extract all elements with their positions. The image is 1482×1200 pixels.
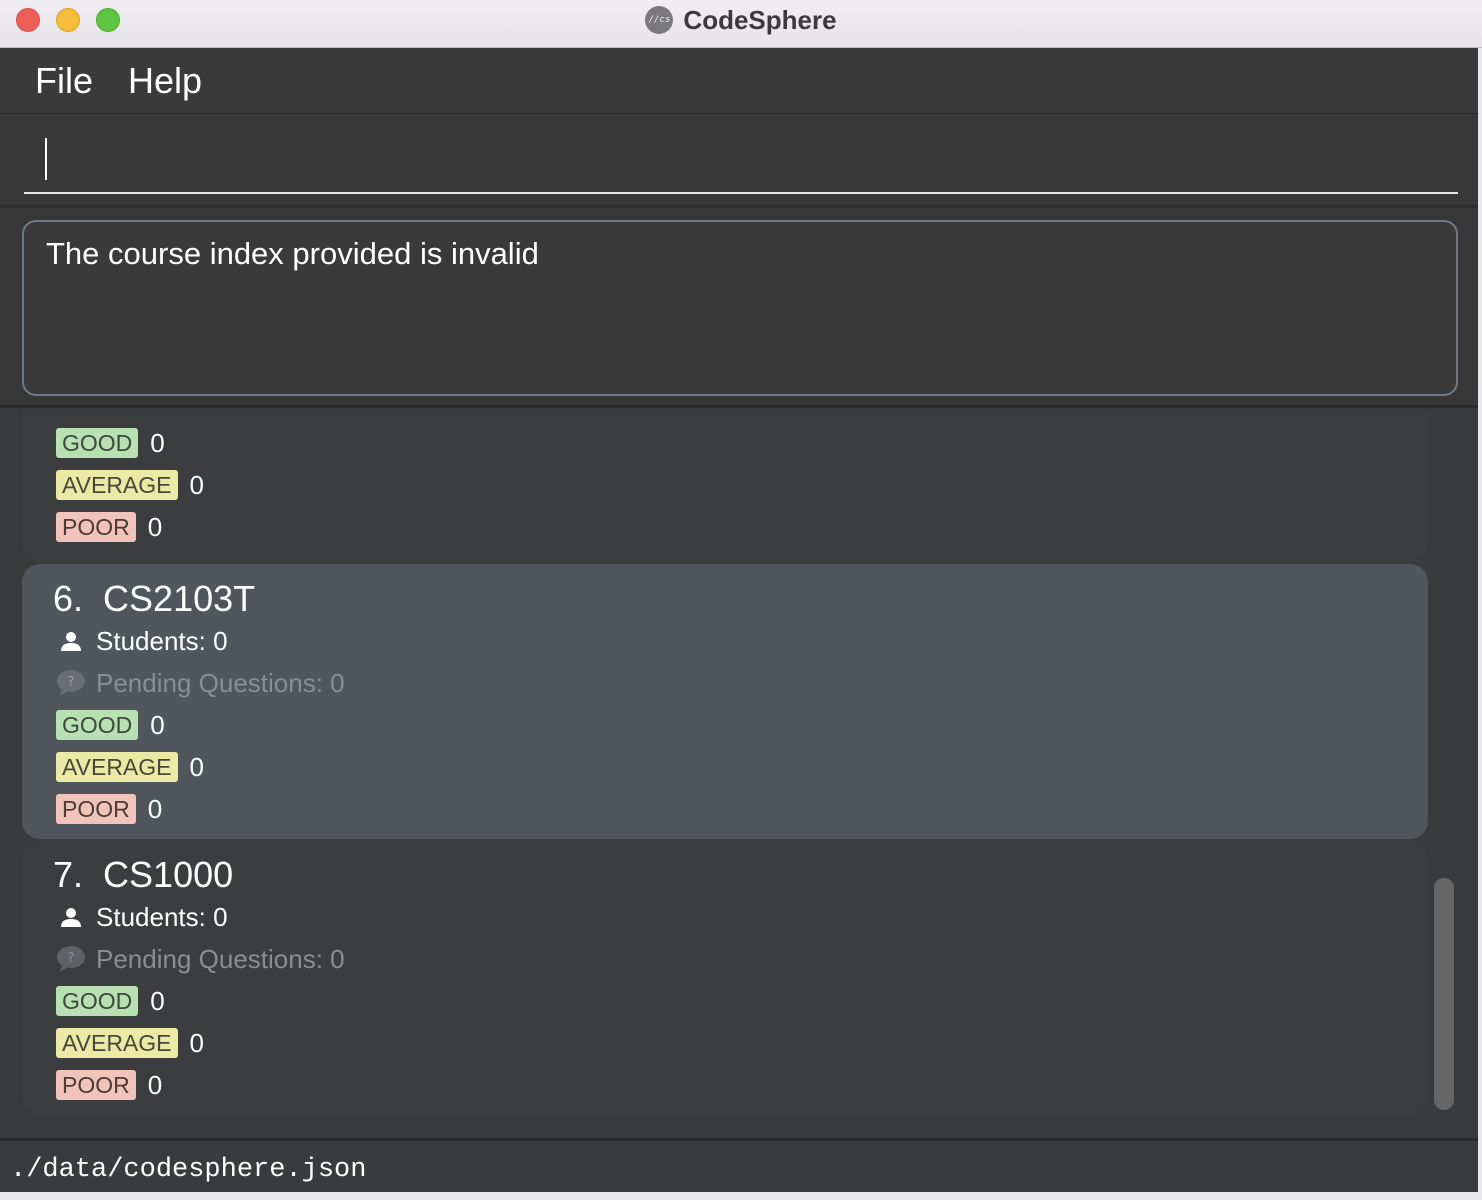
- course-index: 7.: [53, 854, 84, 895]
- title-bar: //cs CodeSphere: [0, 0, 1482, 48]
- students-count: Students: 0: [96, 901, 228, 932]
- course-card-selected[interactable]: 6. CS2103T Students: 0 ? Pending Questio…: [22, 564, 1428, 839]
- pending-count: Pending Questions: 0: [96, 943, 345, 974]
- poor-tag: POOR: [56, 1070, 136, 1100]
- svg-text:?: ?: [68, 951, 75, 966]
- app-window: File Help The course index provided is i…: [0, 48, 1480, 1192]
- poor-row: POOR 0: [56, 793, 162, 825]
- menu-bar: File Help: [0, 48, 1480, 114]
- result-display-area: The course index provided is invalid: [0, 208, 1480, 408]
- course-list[interactable]: GOOD 0 AVERAGE 0 POOR 0 6. CS2103T Stude…: [0, 411, 1480, 1138]
- good-count: 0: [150, 427, 165, 458]
- average-tag: AVERAGE: [56, 752, 178, 782]
- pending-row: ? Pending Questions: 0: [56, 943, 345, 975]
- poor-row: POOR 0: [56, 511, 162, 543]
- pending-row: ? Pending Questions: 0: [56, 667, 345, 699]
- poor-tag: POOR: [56, 794, 136, 824]
- average-tag: AVERAGE: [56, 1028, 178, 1058]
- poor-count: 0: [147, 1069, 163, 1100]
- data-file-path: ./data/codesphere.json: [10, 1155, 367, 1185]
- result-message: The course index provided is invalid: [46, 236, 539, 271]
- app-logo-icon: //cs: [645, 6, 674, 34]
- pending-count: Pending Questions: 0: [96, 667, 345, 698]
- command-input[interactable]: [24, 132, 1458, 194]
- average-tag: AVERAGE: [56, 470, 178, 500]
- good-row: GOOD 0: [56, 985, 165, 1017]
- course-title: 6. CS2103T: [53, 578, 255, 620]
- window-title-group: //cs CodeSphere: [0, 0, 1482, 40]
- text-caret: [45, 138, 47, 180]
- average-count: 0: [189, 1027, 204, 1058]
- good-row: GOOD 0: [56, 427, 165, 459]
- students-count: Students: 0: [96, 625, 228, 656]
- person-icon: [56, 626, 86, 656]
- window-edge: [1478, 48, 1482, 1200]
- status-bar: ./data/codesphere.json: [0, 1138, 1480, 1192]
- command-box-area: [0, 114, 1480, 208]
- menu-file[interactable]: File: [35, 60, 93, 102]
- average-count: 0: [189, 751, 204, 782]
- result-display[interactable]: The course index provided is invalid: [22, 220, 1458, 396]
- course-code: CS2103T: [103, 578, 256, 619]
- average-count: 0: [189, 469, 204, 500]
- good-tag: GOOD: [56, 710, 139, 740]
- good-count: 0: [150, 985, 165, 1016]
- course-index: 6.: [53, 578, 84, 619]
- good-count: 0: [150, 709, 165, 740]
- course-code: CS1000: [103, 854, 234, 895]
- svg-text:?: ?: [68, 675, 75, 690]
- good-tag: GOOD: [56, 428, 139, 458]
- good-row: GOOD 0: [56, 709, 165, 741]
- good-tag: GOOD: [56, 986, 139, 1016]
- menu-help[interactable]: Help: [128, 60, 202, 102]
- average-row: AVERAGE 0: [56, 751, 204, 783]
- students-row: Students: 0: [56, 625, 228, 657]
- poor-count: 0: [147, 511, 163, 542]
- window-title: CodeSphere: [683, 4, 837, 35]
- course-card[interactable]: GOOD 0 AVERAGE 0 POOR 0: [22, 411, 1428, 561]
- poor-tag: POOR: [56, 512, 136, 542]
- course-title: 7. CS1000: [53, 854, 233, 896]
- average-row: AVERAGE 0: [56, 1027, 204, 1059]
- course-card[interactable]: 7. CS1000 Students: 0 ? Pending Question…: [22, 840, 1428, 1115]
- poor-count: 0: [147, 793, 163, 824]
- question-bubble-icon: ?: [56, 668, 86, 698]
- students-row: Students: 0: [56, 901, 228, 933]
- list-scrollbar[interactable]: [1434, 878, 1454, 1110]
- person-icon: [56, 902, 86, 932]
- question-bubble-icon: ?: [56, 944, 86, 974]
- poor-row: POOR 0: [56, 1069, 162, 1101]
- average-row: AVERAGE 0: [56, 469, 204, 501]
